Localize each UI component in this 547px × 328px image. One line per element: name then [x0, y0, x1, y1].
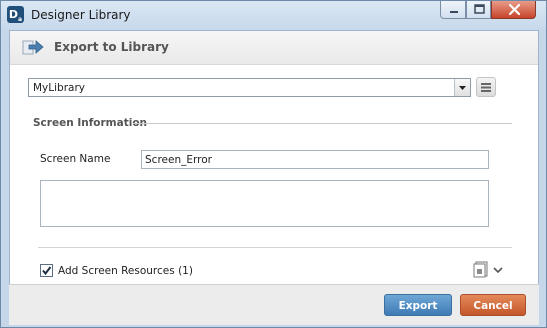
resources-divider: [38, 247, 512, 248]
minimize-button[interactable]: [440, 1, 466, 19]
section-divider: [133, 123, 512, 124]
cancel-button[interactable]: Cancel: [460, 294, 526, 316]
close-icon: [508, 3, 521, 16]
add-screen-resources-checkbox[interactable]: [40, 264, 53, 277]
close-button[interactable]: [491, 1, 536, 19]
library-menu-button[interactable]: [476, 77, 496, 97]
screen-name-input[interactable]: Screen_Error: [141, 150, 489, 169]
resources-icon[interactable]: [473, 261, 489, 278]
dropdown-arrow-button[interactable]: [454, 79, 470, 96]
header-title: Export to Library: [54, 40, 169, 54]
dialog-footer: Export Cancel: [9, 284, 539, 325]
dialog-header: Export to Library: [10, 31, 538, 65]
chevron-down-icon: [459, 86, 466, 90]
app-icon: Da: [7, 6, 24, 24]
window-title: Designer Library: [31, 8, 131, 22]
screen-name-label: Screen Name: [40, 153, 111, 165]
library-dropdown[interactable]: MyLibrary: [28, 78, 471, 97]
export-arrow-icon: [22, 40, 44, 55]
hamburger-menu-icon: [481, 83, 491, 92]
chevron-down-icon[interactable]: [493, 266, 503, 274]
dialog-body: Export to Library MyLibrary Screen Infor…: [9, 30, 539, 316]
library-dropdown-value: MyLibrary: [33, 82, 85, 94]
section-title-screen-information: Screen Information: [33, 117, 148, 129]
add-screen-resources-label[interactable]: Add Screen Resources (1): [58, 265, 193, 277]
checkmark-icon: [42, 266, 52, 276]
maximize-button[interactable]: [466, 1, 491, 19]
minimize-icon: [450, 11, 458, 13]
screen-description-textarea[interactable]: [40, 180, 489, 227]
maximize-icon: [474, 4, 485, 14]
export-button[interactable]: Export: [384, 294, 452, 316]
dialog-window: Da Designer Library Export to Library My…: [0, 0, 547, 328]
title-bar[interactable]: Da Designer Library: [1, 1, 546, 29]
